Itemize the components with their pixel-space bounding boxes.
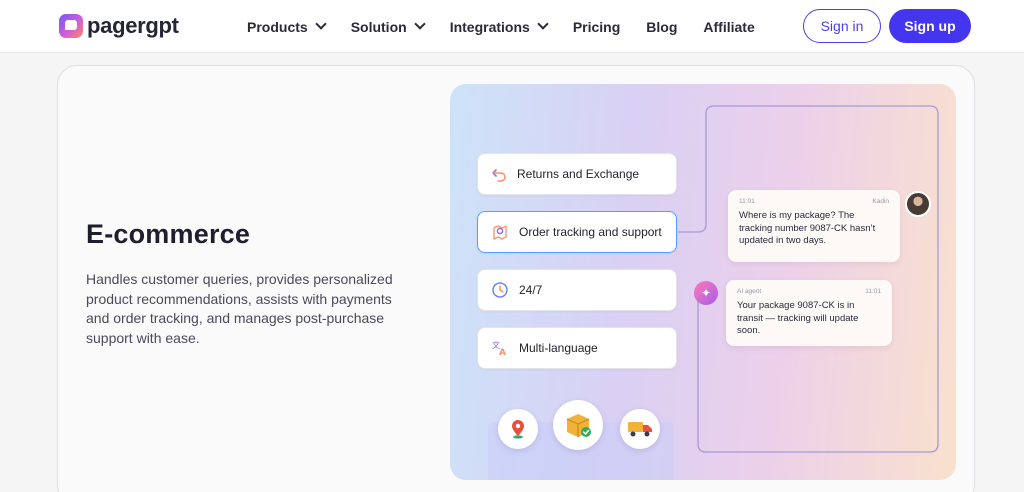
- nav-products[interactable]: Products: [247, 18, 327, 35]
- user-message-time: 11:01: [739, 198, 755, 205]
- feature-order-tracking-label: Order tracking and support: [519, 225, 662, 239]
- nav-affiliate-label: Affiliate: [703, 18, 755, 35]
- feature-multi-language-label: Multi-language: [519, 341, 598, 355]
- chevron-down-icon: [537, 18, 549, 30]
- translate-icon: 文 A: [492, 340, 506, 357]
- chevron-down-icon: [414, 18, 426, 30]
- illustration-panel: Returns and Exchange Order tracking and …: [450, 84, 956, 480]
- sign-in-button[interactable]: Sign in: [803, 9, 881, 43]
- nav-integrations-label: Integrations: [449, 18, 530, 35]
- user-message-bubble: 11:01 Kadin Where is my package? The tra…: [728, 190, 900, 262]
- feature-multi-language[interactable]: 文 A Multi-language: [477, 327, 677, 369]
- brand-name: pagergpt: [87, 13, 179, 38]
- site-header: pagergpt Products Solution Integrations …: [0, 0, 1024, 53]
- feature-returns-label: Returns and Exchange: [517, 167, 640, 181]
- package-check-icon: [553, 400, 603, 450]
- svg-text:A: A: [499, 348, 506, 357]
- chevron-down-icon: [315, 18, 327, 30]
- map-pin-icon: [493, 225, 507, 240]
- main-nav: Products Solution Integrations Pricing B…: [247, 0, 781, 53]
- agent-message-text: Your package 9087-CK is in transit — tra…: [737, 300, 859, 336]
- nav-solution[interactable]: Solution: [350, 18, 426, 35]
- nav-products-label: Products: [247, 18, 308, 35]
- nav-pricing-label: Pricing: [572, 18, 621, 35]
- agent-message-bubble: AI agent 11:01 Your package 9087-CK is i…: [726, 280, 892, 346]
- user-message-name: Kadin: [872, 198, 889, 205]
- nav-blog[interactable]: Blog: [646, 19, 677, 35]
- agent-message-name: AI agent: [737, 288, 762, 295]
- logo-mark-icon: [59, 14, 83, 38]
- nav-integrations[interactable]: Integrations: [449, 18, 549, 35]
- nav-blog-label: Blog: [646, 18, 678, 35]
- section-title: E-commerce: [86, 219, 251, 249]
- feature-returns[interactable]: Returns and Exchange: [477, 153, 677, 195]
- logo[interactable]: pagergpt: [59, 13, 179, 39]
- agent-message-time: 11:01: [865, 288, 881, 295]
- feature-order-tracking[interactable]: Order tracking and support: [477, 211, 677, 253]
- nav-affiliate[interactable]: Affiliate: [703, 19, 754, 35]
- nav-pricing[interactable]: Pricing: [573, 19, 620, 35]
- ai-agent-avatar-icon: ✦: [694, 281, 718, 305]
- clock-icon: [492, 282, 508, 298]
- return-arrow-icon: [492, 169, 506, 182]
- feature-24-7-label: 24/7: [519, 283, 543, 297]
- user-avatar: [905, 191, 931, 217]
- sign-up-button[interactable]: Sign up: [889, 9, 971, 43]
- nav-solution-label: Solution: [350, 18, 407, 35]
- delivery-truck-icon: [620, 409, 660, 449]
- section-description: Handles customer queries, provides perso…: [86, 271, 393, 346]
- feature-24-7[interactable]: 24/7: [477, 269, 677, 311]
- location-pin-icon: [498, 409, 538, 449]
- user-message-text: Where is my package? The tracking number…: [739, 210, 876, 246]
